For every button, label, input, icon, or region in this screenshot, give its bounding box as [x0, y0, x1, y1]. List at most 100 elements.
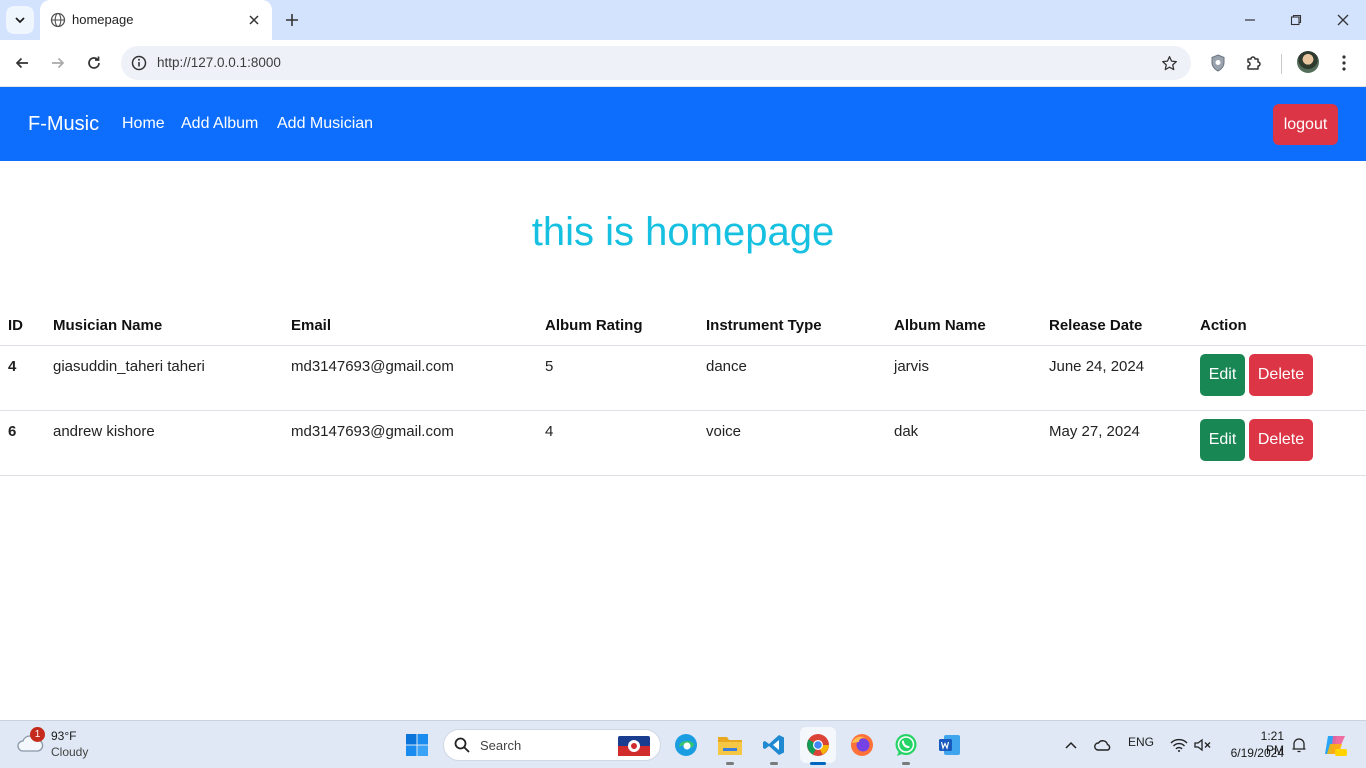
nav-link-add-album[interactable]: Add Album [181, 115, 258, 133]
plus-icon [286, 14, 298, 26]
firefox-icon [851, 734, 873, 756]
clock-date: 6/19/2024 [1230, 746, 1284, 760]
speaker-muted-icon [1194, 738, 1211, 752]
back-button[interactable] [9, 50, 35, 76]
column-header-album-name: Album Name [894, 317, 986, 334]
chrome-icon [807, 734, 829, 756]
cell-email: md3147693@gmail.com [291, 423, 454, 440]
taskbar-app-vscode[interactable] [756, 727, 792, 765]
column-header-album-rating: Album Rating [545, 317, 643, 334]
address-bar[interactable]: http://127.0.0.1:8000 [121, 46, 1191, 80]
taskbar-app-word[interactable] [932, 727, 968, 763]
taskbar-app-firefox[interactable] [844, 727, 880, 763]
restore-button[interactable] [1284, 8, 1308, 32]
chevron-up-icon [1065, 741, 1077, 749]
volume-tray-icon[interactable] [1190, 727, 1216, 763]
shield-extension-icon[interactable] [1205, 50, 1231, 76]
copilot-button[interactable] [1317, 727, 1353, 763]
start-button[interactable] [399, 727, 435, 763]
column-header-release-date: Release Date [1049, 317, 1143, 334]
taskbar-app-chrome[interactable] [800, 727, 836, 765]
reload-button[interactable] [81, 50, 107, 76]
edit-button[interactable]: Edit [1200, 354, 1245, 396]
cloud-outline-icon [1094, 740, 1111, 751]
windows-logo-icon [406, 734, 428, 756]
browser-toolbar: http://127.0.0.1:8000 [0, 40, 1366, 87]
bookmark-star-icon[interactable] [1159, 53, 1179, 73]
word-icon [939, 735, 960, 755]
table-row: 6 andrew kishore md3147693@gmail.com 4 v… [0, 411, 1366, 476]
table-header-row: ID Musician Name Email Album Rating Inst… [0, 305, 1366, 346]
show-hidden-icons-button[interactable] [1058, 727, 1084, 763]
cell-id: 6 [8, 423, 17, 440]
column-header-email: Email [291, 317, 332, 334]
minimize-button[interactable] [1238, 8, 1262, 32]
minimize-icon [1245, 19, 1255, 21]
taskbar-app-file-explorer[interactable] [712, 727, 748, 765]
page-title: this is homepage [531, 210, 835, 254]
weather-condition: Cloudy [51, 745, 89, 759]
logout-button[interactable]: logout [1273, 104, 1338, 145]
edit-button[interactable]: Edit [1200, 419, 1245, 461]
notifications-button[interactable] [1287, 727, 1311, 763]
input-language[interactable]: ENG [1128, 735, 1154, 749]
wifi-icon [1170, 738, 1188, 752]
cell-release-date: May 27, 2024 [1049, 423, 1140, 440]
column-header-action: Action [1200, 317, 1247, 334]
profile-avatar[interactable] [1297, 51, 1319, 73]
search-highlight-flag-icon [618, 736, 650, 756]
browser-tab-strip: homepage [0, 0, 1366, 40]
globe-icon [50, 12, 66, 28]
browser-menu-button[interactable] [1331, 50, 1357, 76]
tab-search-button[interactable] [6, 6, 34, 34]
delete-button[interactable]: Delete [1249, 354, 1313, 396]
cell-instrument-type: voice [706, 423, 742, 440]
site-navbar: F-Music Home Add Album Add Musician logo… [0, 87, 1366, 161]
arrow-left-icon [15, 57, 28, 69]
nav-link-add-musician[interactable]: Add Musician [277, 115, 373, 133]
kebab-menu-icon [1342, 55, 1346, 71]
cell-instrument-type: dance [706, 358, 747, 375]
onedrive-tray-icon[interactable] [1090, 727, 1116, 763]
bell-icon [1292, 738, 1306, 753]
cell-album-name: jarvis [894, 358, 930, 375]
delete-button[interactable]: Delete [1249, 419, 1313, 461]
forward-button[interactable] [45, 50, 71, 76]
cell-album-name: dak [894, 423, 919, 440]
table-row: 4 giasuddin_taheri taheri md3147693@gmai… [0, 346, 1366, 411]
taskbar-app-edge[interactable] [668, 727, 704, 763]
extensions-puzzle-icon[interactable] [1241, 50, 1267, 76]
arrow-right-icon [52, 57, 65, 69]
cell-email: md3147693@gmail.com [291, 358, 454, 375]
tab-title: homepage [72, 12, 134, 27]
search-label: Search [480, 738, 522, 753]
nav-link-home[interactable]: Home [122, 115, 165, 133]
cell-musician-name: andrew kishore [53, 423, 155, 440]
close-icon [1337, 14, 1349, 26]
site-info-icon[interactable] [129, 53, 149, 73]
brand-link[interactable]: F-Music [28, 113, 99, 136]
taskbar-app-whatsapp[interactable] [888, 727, 924, 765]
column-header-instrument-type: Instrument Type [706, 317, 822, 334]
column-header-id: ID [8, 317, 23, 334]
toolbar-divider [1281, 54, 1282, 74]
folder-icon [718, 737, 742, 755]
whatsapp-icon [895, 734, 917, 756]
cell-release-date: June 24, 2024 [1049, 358, 1145, 375]
column-header-musician-name: Musician Name [53, 317, 163, 334]
running-indicator [810, 762, 826, 765]
close-tab-icon[interactable] [244, 10, 264, 30]
windows-taskbar: 1 93°F Cloudy Search ENG 1:21 PM 6/19/20… [0, 720, 1366, 768]
chevron-down-icon [15, 17, 25, 24]
wifi-tray-icon[interactable] [1166, 727, 1192, 763]
taskbar-search[interactable]: Search [443, 729, 661, 761]
running-indicator [902, 762, 910, 765]
running-indicator [770, 762, 778, 765]
copilot-icon [1325, 736, 1347, 756]
new-tab-button[interactable] [280, 8, 304, 32]
close-window-button[interactable] [1331, 8, 1355, 32]
cell-id: 4 [8, 358, 17, 375]
weather-temperature: 93°F [51, 729, 77, 743]
browser-tab-active[interactable]: homepage [40, 0, 272, 40]
restore-icon [1290, 14, 1302, 26]
